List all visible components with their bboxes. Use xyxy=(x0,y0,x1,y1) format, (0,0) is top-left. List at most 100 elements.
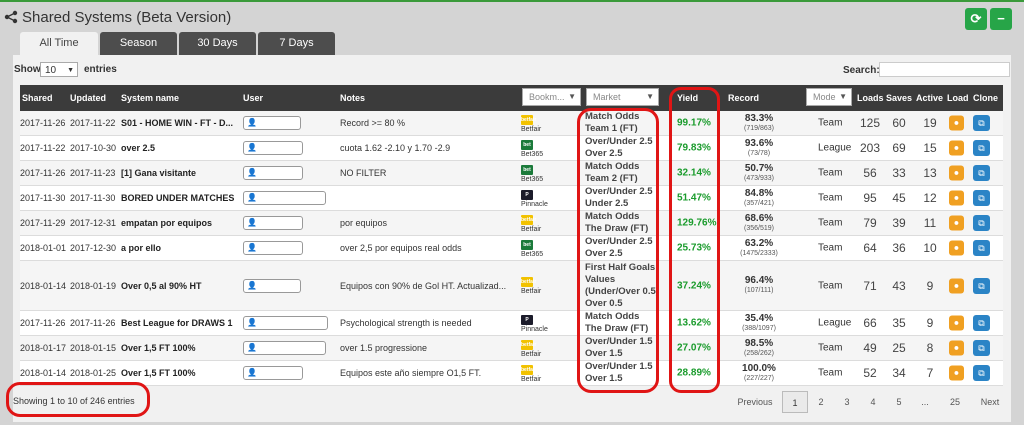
pagination-ellipsis: ... xyxy=(921,397,929,407)
pagination-page-5[interactable]: 5 xyxy=(888,391,910,413)
tab-all-time[interactable]: All Time xyxy=(20,32,98,55)
user-field[interactable]: 👤 xyxy=(243,366,303,380)
updated-date: 2018-01-19 xyxy=(70,280,117,291)
pagination-previous[interactable]: Previous xyxy=(734,391,776,413)
minimize-button[interactable]: − xyxy=(990,8,1012,30)
load-button[interactable]: ● xyxy=(949,115,964,131)
tab-7-days[interactable]: 7 Days xyxy=(258,32,335,55)
col-notes[interactable]: Notes xyxy=(340,85,365,111)
load-button[interactable]: ● xyxy=(949,140,964,156)
clone-button[interactable]: ⧉ xyxy=(973,340,990,356)
user-field[interactable]: 👤 xyxy=(243,191,326,205)
show-label: Show xyxy=(14,64,41,75)
clone-button[interactable]: ⧉ xyxy=(973,215,990,231)
col-user[interactable]: User xyxy=(243,85,263,111)
search-input[interactable] xyxy=(879,62,1010,77)
pagination-page-1[interactable]: 1 xyxy=(782,391,808,413)
clone-button[interactable]: ⧉ xyxy=(973,140,990,156)
market-line: Over 0.5 xyxy=(585,297,623,309)
system-name[interactable]: Best League for DRAWS 1 xyxy=(121,318,233,328)
system-name[interactable]: a por ello xyxy=(121,243,161,253)
refresh-icon: ⟳ xyxy=(970,11,982,26)
user-field[interactable]: 👤 xyxy=(243,316,328,330)
tab-season[interactable]: Season xyxy=(100,32,177,55)
clone-button[interactable]: ⧉ xyxy=(973,277,990,294)
load-button[interactable]: ● xyxy=(949,190,964,206)
market-line: (Under/Over 0.5) xyxy=(585,285,659,297)
clone-button[interactable]: ⧉ xyxy=(973,240,990,256)
market-text: Over/Under 1.5 Over 1.5 xyxy=(585,361,653,385)
system-name[interactable]: over 2.5 xyxy=(121,143,155,153)
user-icon: 👤 xyxy=(247,143,257,152)
load-button[interactable]: ● xyxy=(949,340,964,356)
user-field[interactable]: 👤 xyxy=(243,341,326,355)
notes-text: NO FILTER xyxy=(340,168,387,178)
system-name[interactable]: BORED UNDER MATCHES xyxy=(121,193,234,203)
load-icon: ● xyxy=(953,317,960,328)
yield-value: 129.76% xyxy=(677,217,717,229)
active-count: 11 xyxy=(923,216,937,230)
clone-button[interactable]: ⧉ xyxy=(973,115,990,131)
refresh-button[interactable]: ⟳ xyxy=(965,8,987,30)
load-button[interactable]: ● xyxy=(949,215,964,231)
user-field[interactable]: 👤 xyxy=(243,141,303,155)
table-row: 2017-11-29 2017-12-31 empatan por equipos 👤… xyxy=(20,211,1003,236)
bookmaker-filter-select[interactable]: Bookm... ▼ xyxy=(522,88,581,106)
system-name[interactable]: [1] Gana visitante xyxy=(121,168,196,178)
user-field[interactable]: 👤 xyxy=(243,278,301,293)
yield-value: 32.14% xyxy=(677,167,711,179)
tab-30-days[interactable]: 30 Days xyxy=(179,32,256,55)
mode-filter-select[interactable]: Mode ▼ xyxy=(806,88,852,106)
user-field[interactable]: 👤 xyxy=(243,216,303,230)
market-line: Match Odds xyxy=(585,211,640,222)
user-field[interactable]: 👤 xyxy=(243,116,301,130)
col-load[interactable]: Load xyxy=(947,85,969,111)
col-updated[interactable]: Updated xyxy=(70,85,106,111)
system-name[interactable]: Over 1,5 FT 100% xyxy=(121,368,196,378)
pagination-next[interactable]: Next xyxy=(974,391,1006,413)
system-name[interactable]: Over 1,5 FT 100% xyxy=(121,343,196,353)
pagination-page-4[interactable]: 4 xyxy=(862,391,884,413)
user-field[interactable]: 👤 xyxy=(243,241,303,255)
col-yield[interactable]: Yield xyxy=(677,85,698,111)
col-shared[interactable]: Shared xyxy=(22,85,53,111)
user-field[interactable]: 👤 xyxy=(243,166,303,180)
load-button[interactable]: ● xyxy=(949,278,964,293)
col-clone[interactable]: Clone xyxy=(973,85,998,111)
col-system-name[interactable]: System name xyxy=(121,85,179,111)
col-loads[interactable]: Loads xyxy=(857,85,884,111)
system-name[interactable]: Over 0,5 al 90% HT xyxy=(121,281,202,291)
clone-button[interactable]: ⧉ xyxy=(973,315,990,331)
pagination-page-25[interactable]: 25 xyxy=(942,391,968,413)
shared-date: 2018-01-14 xyxy=(20,280,67,291)
clone-button[interactable]: ⧉ xyxy=(973,165,990,181)
load-icon: ● xyxy=(953,117,960,128)
mode-value: League xyxy=(818,142,852,154)
updated-date: 2017-12-31 xyxy=(70,218,117,228)
system-name[interactable]: empatan por equipos xyxy=(121,218,212,228)
load-button[interactable]: ● xyxy=(949,240,964,256)
clone-button[interactable]: ⧉ xyxy=(973,190,990,206)
table-row: 2018-01-01 2017-12-30 a por ello 👤 over 2,5 … xyxy=(20,236,1003,261)
updated-date: 2018-01-15 xyxy=(70,343,117,353)
bookmaker-logo-icon: bet 365 xyxy=(521,164,533,183)
mode-value: Team xyxy=(818,242,843,254)
system-name[interactable]: S01 - HOME WIN - FT - D... xyxy=(121,118,233,128)
pagination-page-3[interactable]: 3 xyxy=(836,391,858,413)
market-text: Over/Under 1.5 Over 1.5 xyxy=(585,336,653,360)
market-filter-select[interactable]: Market ▼ xyxy=(586,88,659,106)
page-size-select[interactable]: 10 ▼ xyxy=(40,62,78,77)
load-button[interactable]: ● xyxy=(949,165,964,181)
clone-button[interactable]: ⧉ xyxy=(973,365,990,381)
user-icon: 👤 xyxy=(247,280,257,290)
record-percent: 84.8% xyxy=(744,187,774,199)
load-button[interactable]: ● xyxy=(949,315,964,331)
load-button[interactable]: ● xyxy=(949,365,964,381)
col-active[interactable]: Active xyxy=(916,85,943,111)
table-row: 2018-01-17 2018-01-15 Over 1,5 FT 100% 👤 ove… xyxy=(20,336,1003,361)
col-record[interactable]: Record xyxy=(728,85,759,111)
market-text: Match Odds The Draw (FT) xyxy=(585,211,648,235)
copy-icon: ⧉ xyxy=(978,143,985,153)
col-saves[interactable]: Saves xyxy=(886,85,912,111)
pagination-page-2[interactable]: 2 xyxy=(810,391,832,413)
